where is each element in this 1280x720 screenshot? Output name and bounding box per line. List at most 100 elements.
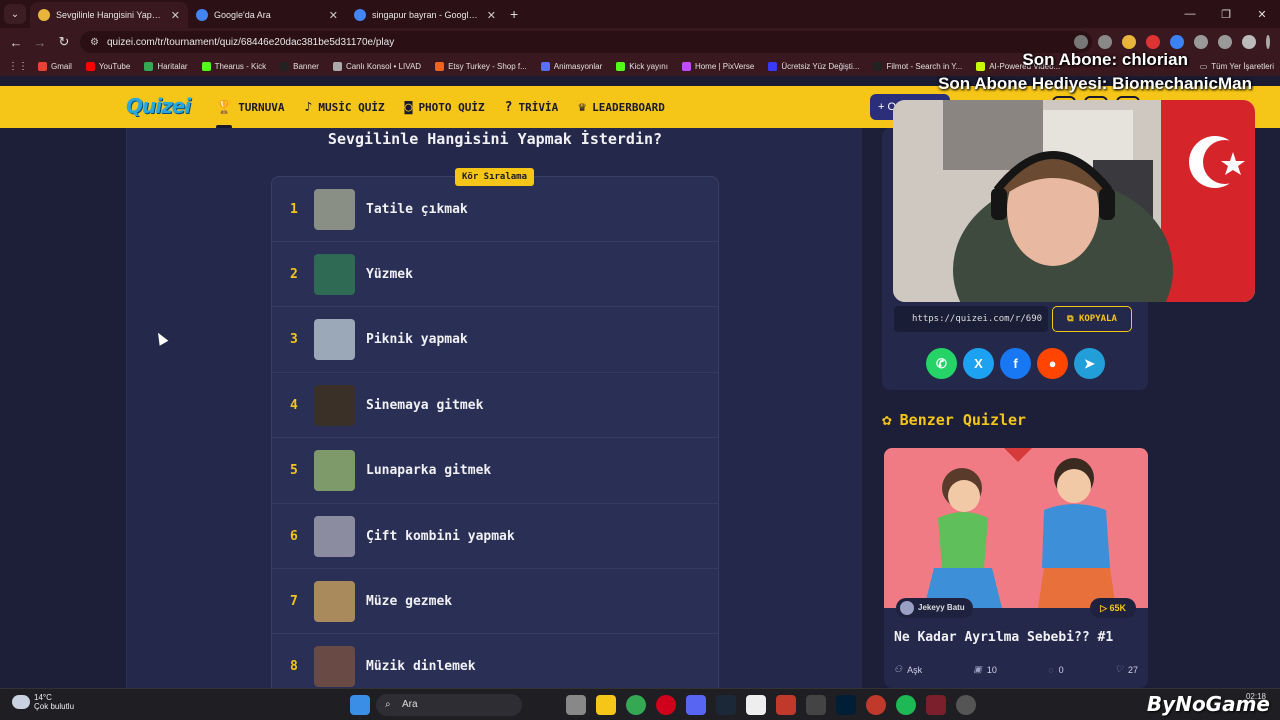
bookmark-item[interactable]: Haritalar — [144, 61, 188, 71]
nav-label: TRİVİA — [518, 100, 559, 114]
app-icon[interactable] — [926, 695, 946, 715]
copy-button[interactable]: ⧉ KOPYALA — [1052, 306, 1132, 332]
bookmark-item[interactable]: Filmot - Search in Y... — [873, 61, 962, 71]
download-icon[interactable] — [1218, 35, 1232, 49]
heart-icon: ♡ — [1114, 664, 1123, 674]
bookmark-item[interactable]: Canlı Konsol • LIVAD — [332, 61, 421, 71]
reload-icon[interactable]: ↻ — [52, 34, 76, 50]
bookmark-item[interactable]: Home | PixVerse — [681, 61, 754, 71]
extension-icon[interactable] — [1170, 35, 1184, 49]
task-view-icon[interactable] — [566, 695, 586, 715]
quiz-card-image[interactable] — [884, 448, 1148, 608]
copy-icon: ⧉ — [1067, 314, 1079, 324]
bookmark-item[interactable]: Thearus - Kick — [201, 61, 266, 71]
all-bookmarks-label: Tüm Yer İşaretleri — [1211, 61, 1274, 71]
close-icon[interactable]: ✕ — [487, 9, 496, 22]
author-badge[interactable]: Jekeyy Batu — [896, 598, 973, 618]
cloud-icon — [12, 695, 30, 709]
nav-leaderboard[interactable]: ♛ LEADERBOARD — [578, 100, 665, 115]
category-label: Aşk — [907, 664, 923, 675]
bookmark-item[interactable]: Ücretsiz Yüz Değişti... — [768, 61, 859, 71]
photoshop-icon[interactable] — [836, 695, 856, 715]
music-icon: ♪ — [304, 99, 313, 115]
x-icon[interactable]: X — [963, 348, 994, 379]
rank-number: 6 — [290, 528, 298, 544]
ranking-row[interactable]: 4 Sinemaya gitmek — [272, 373, 718, 439]
webcam-feed — [893, 100, 1255, 302]
browser-tab-1[interactable]: Google'da Ara ✕ — [188, 2, 346, 28]
menu-icon[interactable] — [1266, 35, 1270, 49]
url-input[interactable]: ⚙ quizei.com/tr/tournament/quiz/68446e20… — [80, 31, 1092, 53]
profile-icon[interactable] — [1242, 35, 1256, 49]
bookmark-item[interactable]: Gmail — [38, 61, 72, 71]
windows-start-icon[interactable] — [350, 695, 370, 715]
extension-icon[interactable] — [1122, 35, 1136, 49]
bookmark-item[interactable]: Kick yayını — [616, 61, 668, 71]
file-explorer-icon[interactable] — [596, 695, 616, 715]
ranking-row[interactable]: 7 Müze gezmek — [272, 569, 718, 635]
bookmark-item[interactable]: Animasyonlar — [540, 61, 602, 71]
search-icon: ⌕ — [385, 699, 391, 710]
app-icon[interactable] — [776, 695, 796, 715]
bookmark-item[interactable]: Etsy Turkey - Shop f... — [435, 61, 527, 71]
share-url-field[interactable]: https://quizei.com/r/690 — [894, 306, 1048, 332]
back-icon[interactable]: ← — [4, 35, 28, 50]
bookmark-item[interactable]: Banner — [280, 61, 319, 71]
facebook-icon[interactable]: f — [1000, 348, 1031, 379]
browser-tab-0[interactable]: Sevgilinle Hangisini Yapmak İste ✕ — [30, 2, 188, 28]
chrome-icon[interactable] — [626, 695, 646, 715]
weather-widget[interactable]: 14°C Çok bulutlu — [12, 693, 74, 711]
main-nav: 🏆 TURNUVA ♪ MUSİC QUİZ ◙ PHOTO QUİZ? TRİVİA ♛ LE… — [216, 86, 665, 129]
ranking-row[interactable]: 5 Lunaparka gitmek — [272, 439, 718, 504]
close-icon[interactable]: ✕ — [329, 9, 338, 22]
telegram-icon[interactable]: ➤ — [1074, 348, 1105, 379]
nav-musi-c-qui-z[interactable]: ♪ MUSİC QUİZ — [305, 100, 385, 115]
ranking-row[interactable]: 6 Çift kombini yapmak — [272, 504, 718, 569]
bookmark-star-icon[interactable] — [1098, 35, 1112, 49]
app-icon[interactable] — [866, 695, 886, 715]
minimize-icon[interactable]: — — [1172, 8, 1208, 20]
browser-tab-2[interactable]: singapur bayran - Google'da Ara ✕ — [346, 2, 504, 28]
all-bookmarks[interactable]: ▭ Tüm Yer İşaretleri — [1200, 56, 1274, 76]
apps-icon[interactable]: ⋮⋮ — [8, 61, 28, 72]
likes-meta[interactable]: ♡ 27 — [1115, 664, 1138, 675]
extension-icon[interactable] — [1146, 35, 1160, 49]
quiz-card-title[interactable]: Ne Kadar Ayrılma Sebebi?? #1 — [894, 630, 1113, 645]
nav-label: PHOTO QUİZ — [418, 100, 485, 114]
site-logo[interactable]: Quizei — [126, 94, 191, 118]
taskbar-search[interactable]: ⌕ Ara — [376, 694, 522, 716]
site-info-icon[interactable]: ⚙ — [90, 37, 99, 48]
quiz-main: Sevgilinle Hangisini Yapmak İsterdin? Kö… — [126, 128, 862, 700]
capcut-icon[interactable] — [746, 695, 766, 715]
rank-number: 5 — [290, 463, 298, 479]
chat-icon: ? — [504, 99, 513, 115]
nav-turnuva[interactable]: 🏆 TURNUVA — [216, 100, 285, 129]
reddit-icon[interactable]: ● — [1037, 348, 1068, 379]
bookmark-item[interactable]: YouTube — [85, 61, 130, 71]
extensions-puzzle-icon[interactable] — [1194, 35, 1208, 49]
maximize-icon[interactable]: ❐ — [1208, 8, 1244, 21]
discord-icon[interactable] — [686, 695, 706, 715]
bookmark-favicon-icon — [768, 61, 778, 71]
bookmark-favicon-icon — [201, 61, 211, 71]
translate-icon[interactable] — [1074, 35, 1088, 49]
ranking-row[interactable]: 1 Tatile çıkmak — [272, 177, 718, 242]
new-tab-button[interactable]: + — [510, 6, 518, 22]
obs-icon[interactable] — [956, 695, 976, 715]
ranking-row[interactable]: 3 Piknik yapmak — [272, 308, 718, 373]
close-window-icon[interactable]: ✕ — [1244, 8, 1280, 21]
ranking-row[interactable]: 2 Yüzmek — [272, 242, 718, 308]
epic-icon[interactable] — [806, 695, 826, 715]
whatsapp-icon[interactable]: ✆ — [926, 348, 957, 379]
nav-tri-vi-a[interactable]: ? TRİVİA — [505, 100, 559, 115]
steam-icon[interactable] — [716, 695, 736, 715]
nav-photo-qui-z[interactable]: ◙ PHOTO QUİZ — [405, 100, 485, 115]
forward-icon[interactable]: → — [28, 35, 52, 50]
opera-icon[interactable] — [656, 695, 676, 715]
tab-favicon — [38, 9, 50, 21]
tab-search-button[interactable]: ⌄ — [4, 4, 26, 24]
spotify-icon[interactable] — [896, 695, 916, 715]
close-icon[interactable]: ✕ — [171, 9, 180, 22]
similar-quiz-card[interactable]: Jekeyy Batu ▷ 65K Ne Kadar Ayrılma Sebeb… — [884, 448, 1148, 688]
stream-last-sub: Son Abone: chlorian — [1022, 50, 1188, 69]
